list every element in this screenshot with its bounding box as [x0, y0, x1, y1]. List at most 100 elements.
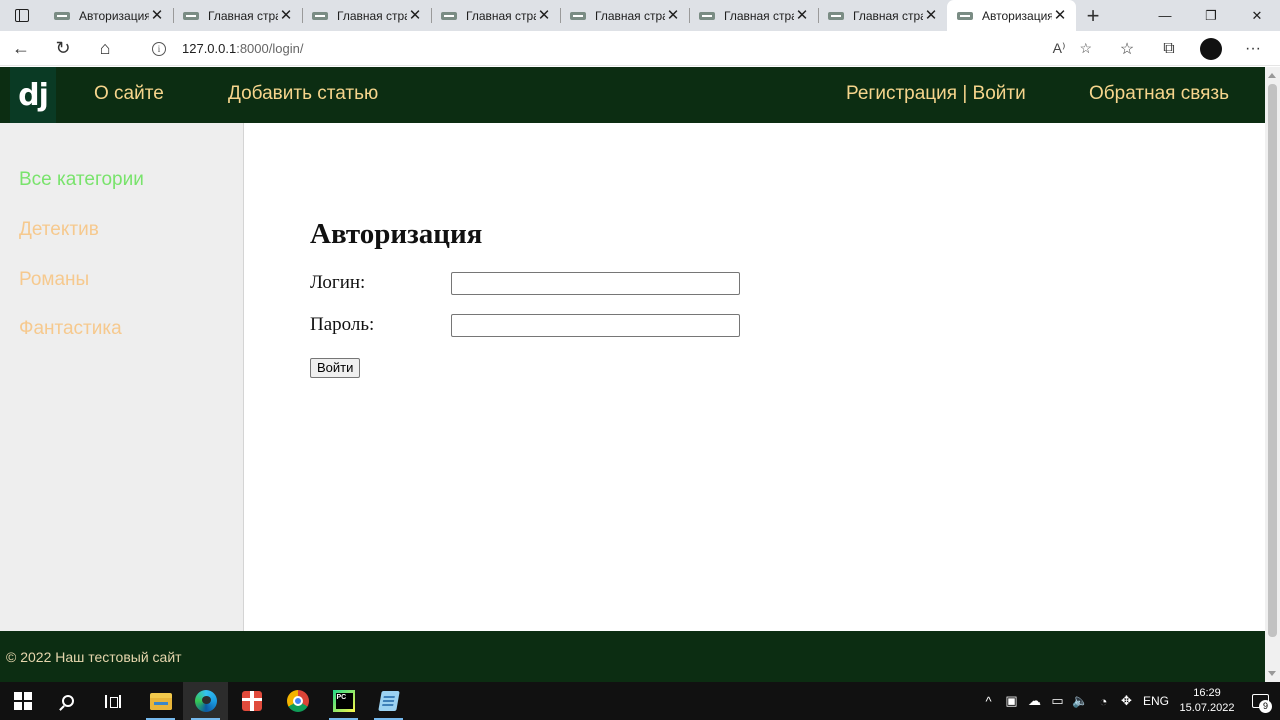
gift-app-button[interactable]: [229, 682, 274, 720]
notepad-icon: [377, 691, 400, 711]
nav-add-article-link[interactable]: Добавить статью: [228, 83, 378, 105]
file-explorer-button[interactable]: [138, 682, 183, 720]
tab-close-icon[interactable]: ✕: [1052, 7, 1068, 24]
nav-feedback-link[interactable]: Обратная связь: [1089, 83, 1229, 105]
browser-tab[interactable]: Главная страница ✕: [173, 0, 302, 31]
tab-close-icon[interactable]: ✕: [149, 7, 165, 24]
site-header: dj О сайте Добавить статью Регистрация |…: [0, 67, 1265, 123]
windows-logo-icon: [13, 692, 32, 710]
window-controls: — ❐ ✕: [1142, 0, 1280, 31]
login-submit-button[interactable]: Войти: [310, 358, 361, 378]
windows-taskbar: ^ ▣ ☁ ▭ 🔈 ◔ ✥ ENG 16:29 15.07.2022 9: [0, 682, 1280, 720]
browser-tab-active[interactable]: Авторизация ✕: [947, 0, 1076, 31]
tab-close-icon[interactable]: ✕: [536, 7, 552, 24]
pycharm-button[interactable]: [321, 682, 366, 720]
browser-tab[interactable]: Главная страница ✕: [560, 0, 689, 31]
edge-icon: [194, 690, 217, 712]
dropbox-icon[interactable]: ✥: [1115, 682, 1138, 720]
page-scrollbar[interactable]: [1265, 67, 1280, 682]
clock[interactable]: 16:29 15.07.2022: [1174, 686, 1240, 716]
onedrive-icon[interactable]: ☁: [1023, 682, 1046, 720]
meet-now-icon[interactable]: ▣: [1000, 682, 1023, 720]
tab-title: Главная страница: [208, 8, 278, 23]
browser-tab[interactable]: Главная страница ✕: [302, 0, 431, 31]
back-icon[interactable]: ←: [0, 31, 42, 66]
gift-icon: [241, 691, 262, 711]
django-favicon-icon: [570, 11, 586, 20]
new-tab-button[interactable]: +: [1076, 0, 1110, 31]
more-menu-icon[interactable]: ···: [1232, 31, 1274, 66]
chrome-button[interactable]: [275, 682, 320, 720]
tab-close-icon[interactable]: ✕: [794, 7, 810, 24]
volume-icon[interactable]: 🔈: [1069, 682, 1092, 720]
password-input[interactable]: [451, 314, 740, 337]
django-favicon-icon: [828, 11, 844, 20]
home-icon[interactable]: ⌂: [84, 31, 126, 66]
language-indicator[interactable]: ENG: [1138, 694, 1174, 708]
browser-toolbar: ← ↻ ⌂ i 127.0.0.1:8000/login/ A⁾ ☆ ☆ ⧉ ·…: [0, 31, 1280, 66]
category-novels[interactable]: Романы: [19, 269, 89, 291]
avatar: [1200, 37, 1222, 60]
url-text[interactable]: 127.0.0.1:8000/login/: [182, 41, 303, 56]
edge-taskbar-button[interactable]: [183, 682, 228, 720]
notification-center-button[interactable]: 9: [1240, 682, 1280, 720]
django-favicon-icon: [441, 11, 457, 20]
toolbar-right-actions: ☆ ⧉ ···: [1106, 31, 1274, 66]
browser-tab[interactable]: Главная страница ✕: [818, 0, 947, 31]
read-aloud-icon[interactable]: A⁾: [1053, 40, 1066, 57]
category-detective[interactable]: Детектив: [19, 219, 99, 241]
django-logo[interactable]: dj: [10, 67, 56, 123]
tab-close-icon[interactable]: ✕: [923, 7, 939, 24]
notepad-button[interactable]: [366, 682, 411, 720]
close-window-icon[interactable]: ✕: [1234, 0, 1280, 31]
address-bar-actions: A⁾ ☆: [1053, 34, 1092, 63]
search-icon: [61, 695, 74, 707]
django-favicon-icon: [183, 11, 199, 20]
browser-tab[interactable]: Авторизация ✕: [44, 0, 173, 31]
file-explorer-icon: [149, 692, 172, 710]
network-icon[interactable]: ◔: [1092, 682, 1115, 720]
minimize-icon[interactable]: —: [1142, 0, 1188, 31]
tab-title: Главная страница: [337, 8, 407, 23]
browser-tab[interactable]: Главная страница ✕: [689, 0, 818, 31]
tab-actions-icon: [15, 9, 29, 22]
site-info-icon[interactable]: i: [152, 41, 166, 56]
search-button[interactable]: [45, 682, 90, 720]
task-view-button[interactable]: [90, 682, 135, 720]
password-label: Пароль:: [310, 314, 375, 335]
nav-register-login-link[interactable]: Регистрация | Войти: [846, 83, 1026, 105]
tab-close-icon[interactable]: ✕: [407, 7, 423, 24]
tab-list: Авторизация ✕ Главная страница ✕ Главная…: [44, 0, 1076, 31]
favorites-icon[interactable]: ☆: [1106, 31, 1148, 66]
reload-icon[interactable]: ↻: [42, 31, 84, 66]
copyright-text: © 2022 Наш тестовый сайт: [6, 649, 182, 665]
address-bar[interactable]: i 127.0.0.1:8000/login/ A⁾ ☆: [136, 34, 1100, 63]
tab-close-icon[interactable]: ✕: [278, 7, 294, 24]
tab-title: Авторизация: [982, 8, 1052, 23]
login-input[interactable]: [451, 272, 740, 295]
scroll-up-icon[interactable]: [1268, 73, 1276, 78]
login-label: Логин:: [310, 272, 366, 293]
browser-tab[interactable]: Главная страница ✕: [431, 0, 560, 31]
pycharm-icon: [332, 690, 355, 712]
tab-actions-button[interactable]: [0, 0, 44, 31]
django-favicon-icon: [957, 11, 973, 20]
nav-about-link[interactable]: О сайте: [94, 83, 164, 105]
site-footer: © 2022 Наш тестовый сайт: [0, 631, 1265, 682]
tray-chevron-icon[interactable]: ^: [977, 682, 1000, 720]
add-favorite-icon[interactable]: ☆: [1079, 40, 1092, 57]
battery-icon[interactable]: ▭: [1046, 682, 1069, 720]
category-all[interactable]: Все категории: [19, 169, 144, 191]
maximize-icon[interactable]: ❐: [1188, 0, 1234, 31]
collections-icon[interactable]: ⧉: [1148, 31, 1190, 66]
system-tray: ^ ▣ ☁ ▭ 🔈 ◔ ✥ ENG 16:29 15.07.2022 9: [977, 682, 1280, 720]
url-path: :8000/login/: [236, 41, 304, 56]
profile-button[interactable]: [1190, 37, 1232, 60]
start-button[interactable]: [0, 682, 45, 720]
tab-close-icon[interactable]: ✕: [665, 7, 681, 24]
url-host: 127.0.0.1: [182, 41, 237, 56]
category-fantasy[interactable]: Фантастика: [19, 318, 122, 340]
tab-title: Главная страница: [853, 8, 923, 23]
scroll-down-icon[interactable]: [1268, 671, 1276, 676]
scrollbar-thumb[interactable]: [1268, 84, 1277, 637]
